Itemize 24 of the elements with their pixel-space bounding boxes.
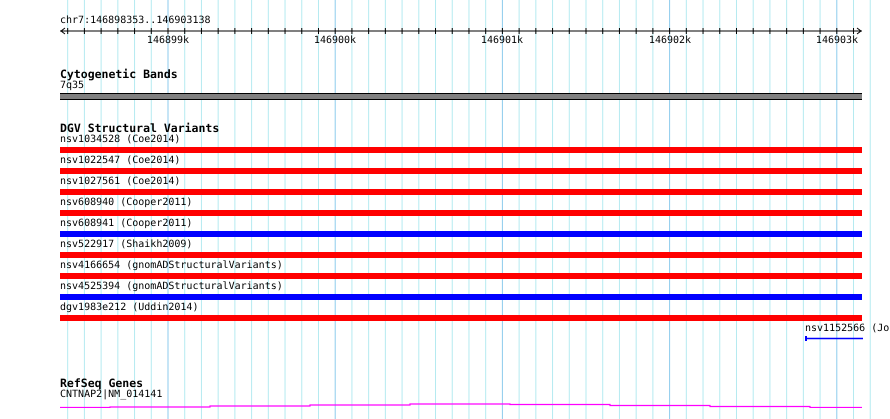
tick-label: 146902k bbox=[648, 35, 692, 47]
feature-line[interactable] bbox=[805, 336, 863, 341]
location-label: chr7:146898353..146903138 bbox=[60, 15, 211, 27]
feature-label: nsv608940 (Cooper2011) bbox=[60, 197, 192, 209]
feature-label: nsv4525394 (gnomADStructuralVariants) bbox=[60, 281, 283, 293]
feature-label: nsv1034528 (Coe2014) bbox=[60, 134, 180, 146]
feature-label: 7q35 bbox=[60, 80, 84, 92]
tick-label: 146899k bbox=[146, 35, 190, 47]
track-title: RefSeq Genes bbox=[60, 377, 144, 389]
feature-label: dgv1983e212 (Uddin2014) bbox=[60, 302, 198, 314]
feature-label: nsv522917 (Shaikh2009) bbox=[60, 239, 192, 251]
tick-label: 146900k bbox=[314, 35, 356, 47]
gene-model-drawing[interactable] bbox=[60, 403, 862, 408]
feature-bar[interactable] bbox=[60, 93, 862, 100]
feature-label: nsv1022547 (Coe2014) bbox=[60, 155, 180, 167]
track-title: Cytogenetic Bands bbox=[60, 68, 178, 80]
tick-label: 146903k bbox=[816, 35, 858, 47]
tick-label: 146901k bbox=[480, 35, 524, 47]
feature-label: CNTNAP2|NM_014141 bbox=[60, 389, 162, 401]
feature-label: nsv1152566 (Jo bbox=[805, 323, 890, 335]
feature-label: nsv4166654 (gnomADStructuralVariants) bbox=[60, 260, 283, 272]
feature-label: nsv608941 (Cooper2011) bbox=[60, 218, 192, 230]
feature-label: nsv1027561 (Coe2014) bbox=[60, 176, 180, 188]
track-title: DGV Structural Variants bbox=[60, 122, 220, 134]
